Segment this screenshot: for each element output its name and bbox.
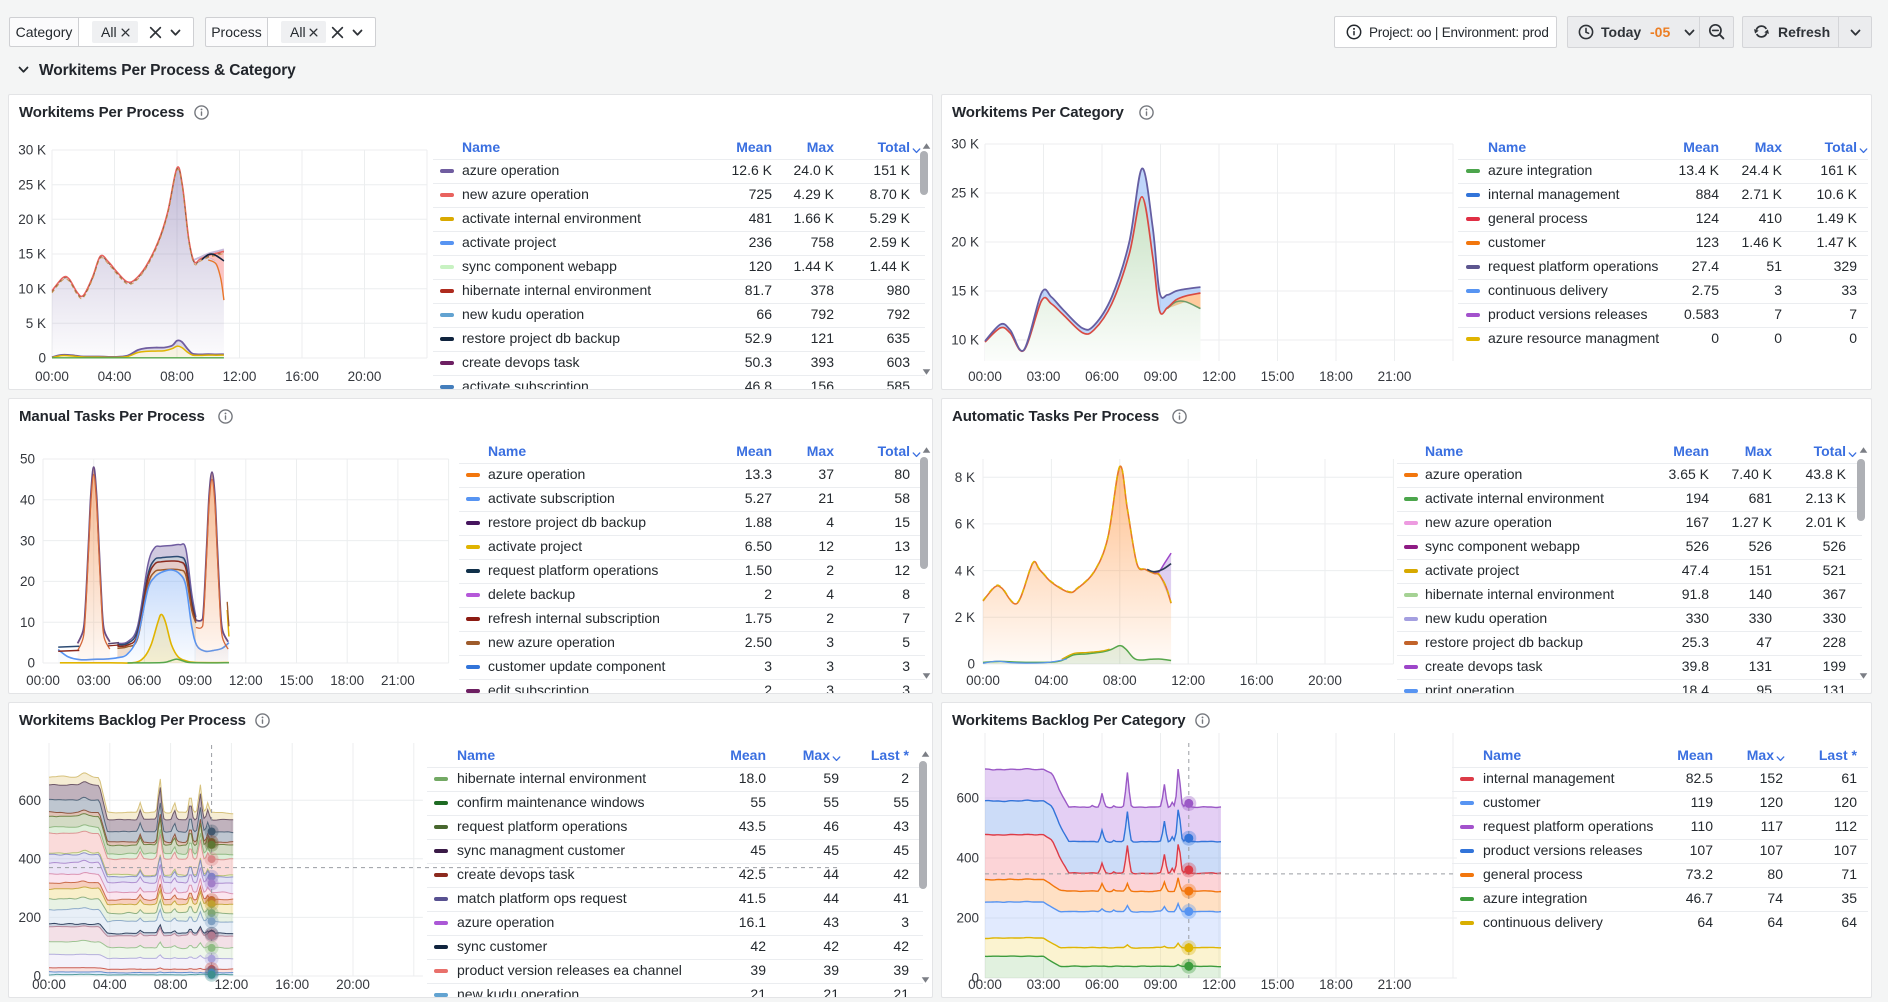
svg-text:15 K: 15 K xyxy=(18,247,46,262)
svg-text:00:00: 00:00 xyxy=(26,673,60,688)
svg-text:2 K: 2 K xyxy=(955,610,975,625)
svg-text:09:00: 09:00 xyxy=(1144,977,1178,992)
svg-text:20:00: 20:00 xyxy=(348,369,382,384)
svg-text:25 K: 25 K xyxy=(951,186,979,201)
svg-text:04:00: 04:00 xyxy=(98,369,132,384)
svg-text:03:00: 03:00 xyxy=(77,673,111,688)
svg-text:12:00: 12:00 xyxy=(1202,977,1236,992)
svg-text:20: 20 xyxy=(20,574,35,589)
svg-text:21:00: 21:00 xyxy=(1378,977,1412,992)
svg-text:08:00: 08:00 xyxy=(1103,673,1137,688)
svg-text:400: 400 xyxy=(956,851,979,866)
svg-text:04:00: 04:00 xyxy=(93,977,127,992)
svg-text:6 K: 6 K xyxy=(955,517,975,532)
svg-text:600: 600 xyxy=(956,791,979,806)
svg-text:10 K: 10 K xyxy=(18,281,46,296)
svg-text:08:00: 08:00 xyxy=(160,369,194,384)
svg-text:40: 40 xyxy=(20,493,35,508)
svg-text:200: 200 xyxy=(956,911,979,926)
svg-text:8 K: 8 K xyxy=(955,470,975,485)
svg-text:18:00: 18:00 xyxy=(1319,977,1353,992)
svg-text:25 K: 25 K xyxy=(18,177,46,192)
svg-text:20 K: 20 K xyxy=(951,235,979,250)
svg-text:06:00: 06:00 xyxy=(128,673,162,688)
svg-text:200: 200 xyxy=(18,910,41,925)
svg-text:00:00: 00:00 xyxy=(968,369,1002,384)
svg-text:50: 50 xyxy=(20,452,35,467)
svg-text:4 K: 4 K xyxy=(955,563,975,578)
svg-text:16:00: 16:00 xyxy=(285,369,319,384)
svg-text:00:00: 00:00 xyxy=(968,977,1002,992)
svg-text:20:00: 20:00 xyxy=(1308,673,1342,688)
svg-text:09:00: 09:00 xyxy=(1144,369,1178,384)
svg-text:12:00: 12:00 xyxy=(1202,369,1236,384)
svg-text:08:00: 08:00 xyxy=(154,977,188,992)
svg-text:0: 0 xyxy=(967,657,975,672)
svg-text:30 K: 30 K xyxy=(951,137,979,152)
svg-text:400: 400 xyxy=(18,852,41,867)
svg-text:21:00: 21:00 xyxy=(1378,369,1412,384)
svg-text:06:00: 06:00 xyxy=(1085,977,1119,992)
svg-text:21:00: 21:00 xyxy=(381,673,415,688)
svg-text:15:00: 15:00 xyxy=(1261,369,1295,384)
svg-text:15:00: 15:00 xyxy=(280,673,314,688)
svg-text:16:00: 16:00 xyxy=(1240,673,1274,688)
svg-text:0: 0 xyxy=(27,656,35,671)
svg-text:04:00: 04:00 xyxy=(1035,673,1069,688)
svg-text:10: 10 xyxy=(20,615,35,630)
svg-text:03:00: 03:00 xyxy=(1027,977,1061,992)
svg-text:12:00: 12:00 xyxy=(229,673,263,688)
svg-text:12:00: 12:00 xyxy=(215,977,249,992)
svg-text:30 K: 30 K xyxy=(18,143,46,158)
svg-text:20 K: 20 K xyxy=(18,212,46,227)
svg-text:00:00: 00:00 xyxy=(32,977,66,992)
svg-text:18:00: 18:00 xyxy=(330,673,364,688)
svg-text:18:00: 18:00 xyxy=(1319,369,1353,384)
svg-text:5 K: 5 K xyxy=(26,316,46,331)
svg-text:12:00: 12:00 xyxy=(223,369,257,384)
svg-text:03:00: 03:00 xyxy=(1027,369,1061,384)
svg-text:20:00: 20:00 xyxy=(336,977,370,992)
svg-text:600: 600 xyxy=(18,793,41,808)
svg-text:00:00: 00:00 xyxy=(966,673,1000,688)
svg-text:12:00: 12:00 xyxy=(1171,673,1205,688)
svg-text:15 K: 15 K xyxy=(951,284,979,299)
svg-text:09:00: 09:00 xyxy=(178,673,212,688)
svg-text:30: 30 xyxy=(20,533,35,548)
svg-text:06:00: 06:00 xyxy=(1085,369,1119,384)
svg-text:00:00: 00:00 xyxy=(35,369,69,384)
svg-text:16:00: 16:00 xyxy=(275,977,309,992)
svg-text:10 K: 10 K xyxy=(951,333,979,348)
svg-text:0: 0 xyxy=(38,351,46,366)
svg-text:15:00: 15:00 xyxy=(1261,977,1295,992)
